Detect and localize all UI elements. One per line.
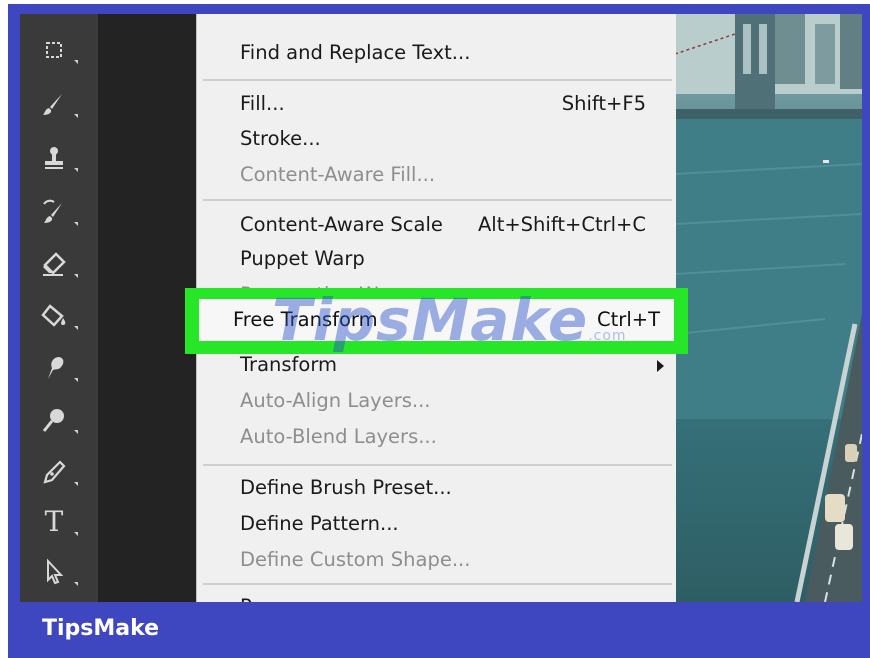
menu-item-purge[interactable]: Purge — [197, 590, 676, 602]
path-select-icon[interactable] — [36, 554, 78, 590]
artboard-icon[interactable] — [36, 32, 78, 68]
smudge-icon[interactable] — [36, 350, 78, 386]
menu-separator — [203, 199, 672, 201]
menu-item-label: Purge — [240, 590, 296, 602]
menu-item-content-aware-fill: Content-Aware Fill... — [197, 158, 676, 192]
pen-icon[interactable] — [36, 454, 78, 490]
menu-item-label: Free Transform — [233, 308, 378, 331]
menu-separator — [203, 583, 672, 585]
eraser-icon[interactable] — [36, 246, 78, 282]
menu-item-label: Define Pattern... — [240, 512, 399, 535]
history-brush-icon[interactable] — [36, 194, 78, 230]
type-icon[interactable]: T — [36, 504, 78, 540]
menu-separator — [203, 79, 672, 81]
brush-icon[interactable] — [36, 86, 78, 122]
menu-item-label: Define Brush Preset... — [240, 476, 452, 499]
photoshop-window: T Find and Replace Text... Fill... Shift… — [20, 14, 862, 602]
menu-item-label: Puppet Warp — [240, 247, 365, 270]
canvas-photo — [675, 14, 862, 602]
menu-item-shortcut: Alt+Shift+Ctrl+C — [477, 213, 646, 236]
free-transform-highlight: Free Transform Ctrl+T — [185, 288, 688, 354]
menu-item-auto-blend-layers: Auto-Blend Layers... — [197, 420, 676, 454]
submenu-arrow-icon — [657, 360, 664, 372]
menu-item-partial[interactable] — [197, 14, 676, 30]
dodge-icon[interactable] — [36, 402, 78, 438]
menu-item-define-custom-shape: Define Custom Shape... — [197, 543, 676, 577]
tools-panel: T — [20, 14, 98, 602]
menu-item-find-replace-text[interactable]: Find and Replace Text... — [197, 36, 676, 70]
stamp-icon[interactable] — [36, 140, 78, 176]
menu-item-label: Fill... — [240, 92, 285, 115]
menu-item-label: Content-Aware Fill... — [240, 163, 436, 186]
menu-item-shortcut: Shift+F5 — [561, 92, 646, 115]
image-frame: T Find and Replace Text... Fill... Shift… — [8, 4, 870, 658]
paint-bucket-icon[interactable] — [36, 298, 78, 334]
menu-item-free-transform[interactable]: Free Transform Ctrl+T — [199, 299, 674, 341]
brand-label: TipsMake — [42, 616, 160, 641]
menu-item-define-brush-preset[interactable]: Define Brush Preset... — [197, 471, 676, 505]
menu-item-puppet-warp[interactable]: Puppet Warp — [197, 242, 676, 276]
menu-separator — [203, 464, 672, 466]
menu-item-label: Auto-Align Layers... — [240, 389, 431, 412]
menu-item-shortcut: Ctrl+T — [597, 308, 660, 331]
menu-item-label: Auto-Blend Layers... — [240, 425, 437, 448]
menu-item-label: Find and Replace Text... — [240, 41, 471, 64]
menu-item-label: Content-Aware Scale — [240, 213, 443, 236]
menu-item-stroke[interactable]: Stroke... — [197, 122, 676, 156]
menu-item-content-aware-scale[interactable]: Content-Aware Scale Alt+Shift+Ctrl+C — [197, 208, 676, 242]
canvas-background — [98, 14, 196, 602]
menu-item-fill[interactable]: Fill... Shift+F5 — [197, 87, 676, 121]
menu-item-define-pattern[interactable]: Define Pattern... — [197, 507, 676, 541]
menu-item-auto-align-layers: Auto-Align Layers... — [197, 384, 676, 418]
menu-item-label: Define Custom Shape... — [240, 548, 471, 571]
menu-item-label: Stroke... — [240, 127, 321, 150]
